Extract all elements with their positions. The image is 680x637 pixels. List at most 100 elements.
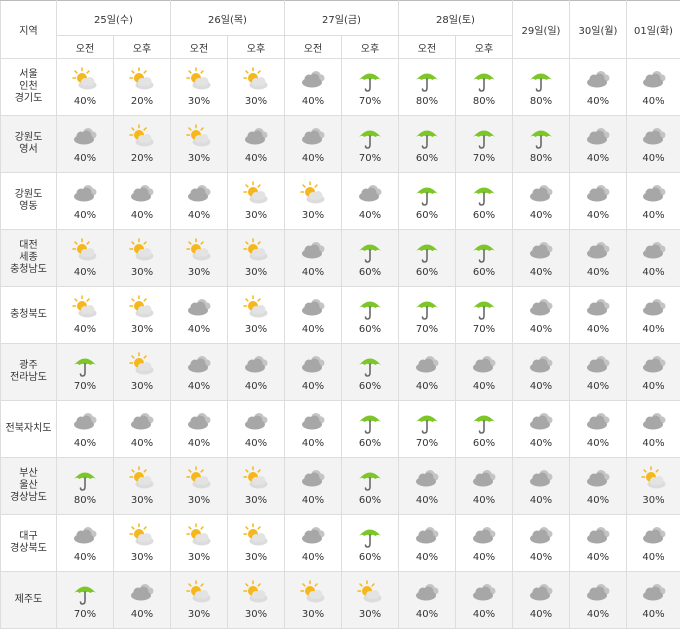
table-row: 강원도 영동 40% 40% 40% 30% 30% 40% 60% 60% 40% 40% 40% <box>0 172 680 230</box>
forecast-cell: 60% <box>341 229 399 287</box>
forecast-cell: 40% <box>56 400 114 458</box>
forecast-cell: 70% <box>398 400 456 458</box>
forecast-cell: 40% <box>512 514 570 572</box>
region-name-line: 충청북도 <box>10 309 47 320</box>
forecast-cell: 40% <box>56 286 114 344</box>
table-row: 제주도 70% 40% 30% 30% 30% 30% 40% 40% 40% 40% 40% <box>0 571 680 629</box>
precip-probability: 70% <box>415 324 439 335</box>
forecast-cell: 60% <box>341 400 399 458</box>
table-row: 서울 인천 경기도 40% 20% 30% 30% 40% 70% 80% 80% 80% 40% 40% <box>0 58 680 116</box>
precip-probability: 30% <box>187 495 211 506</box>
precip-probability: 40% <box>472 609 496 620</box>
forecast-cell: 40% <box>284 400 342 458</box>
precip-probability: 40% <box>415 381 439 392</box>
precip-probability: 60% <box>358 438 382 449</box>
pm-header: 오후 <box>341 35 399 59</box>
precip-probability: 40% <box>642 210 665 221</box>
forecast-cell: 70% <box>398 286 456 344</box>
forecast-cell: 40% <box>284 286 342 344</box>
table-row: 강원도 영서 40% 20% 30% 40% 40% 70% 60% 70% 80% 40% 40% <box>0 115 680 173</box>
region-name: 광주 전라남도 <box>0 343 57 401</box>
forecast-cell: 40% <box>455 457 513 515</box>
forecast-cell: 60% <box>398 229 456 287</box>
forecast-cell: 30% <box>227 514 285 572</box>
precip-probability: 20% <box>130 96 154 107</box>
precip-probability: 30% <box>187 609 211 620</box>
precip-probability: 40% <box>415 552 439 563</box>
region-name-line: 전북자치도 <box>5 423 52 434</box>
precip-probability: 60% <box>472 438 496 449</box>
precip-probability: 40% <box>301 153 325 164</box>
precip-probability: 40% <box>130 438 154 449</box>
precip-probability: 30% <box>130 267 154 278</box>
region-name-line: 제주도 <box>14 594 43 605</box>
region-name-line: 강원도 <box>14 189 43 200</box>
precip-probability: 40% <box>586 609 610 620</box>
forecast-cell: 30% <box>626 457 680 515</box>
precip-probability: 40% <box>187 381 211 392</box>
precip-probability: 40% <box>187 210 211 221</box>
forecast-cell: 40% <box>398 571 456 629</box>
pm-header: 오후 <box>227 35 285 59</box>
precip-probability: 30% <box>130 495 154 506</box>
precip-probability: 70% <box>472 324 496 335</box>
precip-probability: 40% <box>301 552 325 563</box>
forecast-cell: 40% <box>227 343 285 401</box>
precip-probability: 30% <box>358 609 382 620</box>
table-row: 충청북도 40% 30% 40% 30% 40% 60% 70% 70% 40% 40% 40% <box>0 286 680 344</box>
forecast-cell: 70% <box>455 115 513 173</box>
region-name-line: 영서 <box>19 144 38 155</box>
precip-probability: 40% <box>529 267 553 278</box>
precip-probability: 40% <box>586 324 610 335</box>
precip-probability: 40% <box>73 153 97 164</box>
forecast-cell: 40% <box>113 172 171 230</box>
header-row-days: 지역 25일(수) 26일(목) 27일(금) 28일(토) 29일(일) 30… <box>0 0 680 59</box>
precip-probability: 40% <box>73 267 97 278</box>
precip-probability: 20% <box>130 153 154 164</box>
forecast-cell: 40% <box>227 115 285 173</box>
forecast-cell: 40% <box>56 58 114 116</box>
forecast-cell: 40% <box>227 400 285 458</box>
forecast-cell: 40% <box>398 343 456 401</box>
forecast-cell: 30% <box>170 514 228 572</box>
precip-probability: 40% <box>187 324 211 335</box>
forecast-cell: 40% <box>569 571 627 629</box>
precip-probability: 40% <box>642 609 665 620</box>
precip-probability: 30% <box>301 210 325 221</box>
precip-probability: 60% <box>415 267 439 278</box>
region-name: 충청북도 <box>0 286 57 344</box>
am-header: 오전 <box>170 35 228 59</box>
region-name-line: 경기도 <box>14 93 43 104</box>
precip-probability: 60% <box>415 153 439 164</box>
forecast-cell: 40% <box>569 400 627 458</box>
forecast-cell: 60% <box>398 115 456 173</box>
precip-probability: 40% <box>586 153 610 164</box>
forecast-cell: 30% <box>284 571 342 629</box>
forecast-cell: 40% <box>56 514 114 572</box>
precip-probability: 80% <box>529 153 553 164</box>
precip-probability: 40% <box>642 153 665 164</box>
forecast-cell: 40% <box>512 172 570 230</box>
precip-probability: 40% <box>472 552 496 563</box>
forecast-cell: 40% <box>569 286 627 344</box>
precip-probability: 40% <box>415 495 439 506</box>
forecast-body: 서울 인천 경기도 40% 20% 30% 30% 40% 70% 80% 80% 80% 40% 40%… <box>0 58 680 629</box>
forecast-cell: 60% <box>455 172 513 230</box>
forecast-cell: 40% <box>455 514 513 572</box>
day-header: 01일(화) <box>626 0 680 59</box>
precip-probability: 70% <box>73 609 97 620</box>
region-name-line: 충청남도 <box>10 264 47 275</box>
forecast-cell: 60% <box>398 172 456 230</box>
precip-probability: 40% <box>301 438 325 449</box>
forecast-cell: 40% <box>170 286 228 344</box>
forecast-cell: 80% <box>455 58 513 116</box>
am-header: 오전 <box>56 35 114 59</box>
precip-probability: 30% <box>244 552 268 563</box>
forecast-cell: 60% <box>455 229 513 287</box>
am-header: 오전 <box>284 35 342 59</box>
forecast-cell: 30% <box>113 229 171 287</box>
forecast-cell: 80% <box>398 58 456 116</box>
forecast-cell: 30% <box>341 571 399 629</box>
precip-probability: 80% <box>472 96 496 107</box>
forecast-cell: 40% <box>398 457 456 515</box>
